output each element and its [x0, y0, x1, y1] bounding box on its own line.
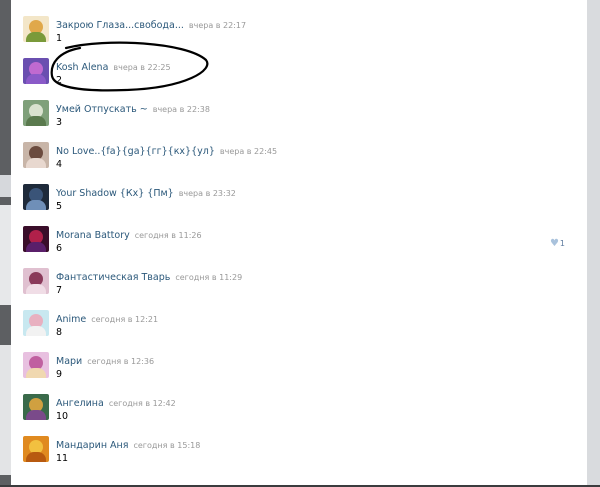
comment-header: Мандарин Аня сегодня в 15:18 — [56, 436, 200, 453]
comment-text: 4 — [56, 159, 63, 170]
comment-timestamp[interactable]: вчера в 23:32 — [179, 189, 236, 198]
comment-text: 5 — [56, 201, 63, 212]
background-page-right — [587, 0, 600, 487]
comment-text: 2 — [56, 75, 63, 86]
comment-header: Kosh Alena вчера в 22:25 — [56, 58, 171, 75]
comment-header: Your Shadow {Кх} {Пм} вчера в 23:32 — [56, 184, 236, 201]
comment-header: No Love..{fa}{ga}{гг}{кх}{ул} вчера в 22:… — [56, 142, 277, 159]
user-avatar[interactable] — [23, 184, 49, 210]
comment-timestamp[interactable]: вчера в 22:38 — [153, 105, 210, 114]
comment-timestamp[interactable]: вчера в 22:45 — [220, 147, 277, 156]
heart-icon: ♥ — [549, 238, 559, 249]
author-name-link[interactable]: Ангелина — [56, 398, 104, 409]
author-name-link[interactable]: Мари — [56, 356, 82, 367]
comment-text: 7 — [56, 285, 63, 296]
comment-header: Ангелина сегодня в 12:42 — [56, 394, 176, 411]
comment-timestamp[interactable]: сегодня в 11:26 — [135, 231, 202, 240]
author-name-link[interactable]: Фантастическая Тварь — [56, 272, 170, 283]
comment-timestamp[interactable]: вчера в 22:17 — [189, 21, 246, 30]
user-avatar[interactable] — [23, 58, 49, 84]
author-name-link[interactable]: Умей Отпускать ~ — [56, 104, 148, 115]
author-name-link[interactable]: Your Shadow {Кх} {Пм} — [56, 188, 174, 199]
comment-item: Ангелина сегодня в 12:42 10 — [23, 394, 563, 434]
like-count: 1 — [559, 239, 565, 248]
user-avatar[interactable] — [23, 100, 49, 126]
comment-item: Умей Отпускать ~ вчера в 22:38 3 — [23, 100, 563, 140]
comment-item: Morana Battory сегодня в 11:26 6 ♥1 — [23, 226, 565, 266]
user-avatar[interactable] — [23, 142, 49, 168]
user-avatar[interactable] — [23, 310, 49, 336]
author-name-link[interactable]: Закрою Глаза...свобода... — [56, 20, 184, 31]
user-avatar[interactable] — [23, 226, 49, 252]
user-avatar[interactable] — [23, 436, 49, 462]
background-page-left — [0, 0, 11, 487]
comment-timestamp[interactable]: сегодня в 12:21 — [91, 315, 158, 324]
comment-item: Мари сегодня в 12:36 9 — [23, 352, 563, 392]
comment-header: Anime сегодня в 12:21 — [56, 310, 158, 327]
comment-header: Закрою Глаза...свобода... вчера в 22:17 — [56, 16, 246, 33]
author-name-link[interactable]: Morana Battory — [56, 230, 130, 241]
author-name-link[interactable]: Мандарин Аня — [56, 440, 128, 451]
comment-item: Мандарин Аня сегодня в 15:18 11 — [23, 436, 563, 476]
comment-timestamp[interactable]: сегодня в 11:29 — [175, 273, 242, 282]
author-name-link[interactable]: No Love..{fa}{ga}{гг}{кх}{ул} — [56, 146, 215, 157]
comment-item: Kosh Alena вчера в 22:25 2 — [23, 58, 563, 98]
comment-item: Your Shadow {Кх} {Пм} вчера в 23:32 5 — [23, 184, 563, 224]
comment-header: Фантастическая Тварь сегодня в 11:29 — [56, 268, 242, 285]
comment-header: Morana Battory сегодня в 11:26 — [56, 226, 202, 243]
user-avatar[interactable] — [23, 268, 49, 294]
comment-text: 3 — [56, 117, 63, 128]
like-button[interactable]: ♥1 — [550, 238, 565, 249]
comment-header: Мари сегодня в 12:36 — [56, 352, 154, 369]
user-avatar[interactable] — [23, 352, 49, 378]
comment-text: 9 — [56, 369, 63, 380]
comment-timestamp[interactable]: сегодня в 15:18 — [133, 441, 200, 450]
comment-item: No Love..{fa}{ga}{гг}{кх}{ул} вчера в 22:… — [23, 142, 563, 182]
author-name-link[interactable]: Kosh Alena — [56, 62, 108, 73]
comment-timestamp[interactable]: сегодня в 12:36 — [87, 357, 154, 366]
user-avatar[interactable] — [23, 394, 49, 420]
author-name-link[interactable]: Anime — [56, 314, 86, 325]
comment-text: 10 — [56, 411, 69, 422]
comment-text: 1 — [56, 33, 63, 44]
comment-item: Anime сегодня в 12:21 8 — [23, 310, 563, 350]
comment-timestamp[interactable]: вчера в 22:25 — [113, 63, 170, 72]
user-avatar[interactable] — [23, 16, 49, 42]
screenshot-frame: Закрою Глаза...свобода... вчера в 22:17 1 K… — [0, 0, 600, 487]
comment-header: Умей Отпускать ~ вчера в 22:38 — [56, 100, 210, 117]
comment-timestamp[interactable]: сегодня в 12:42 — [109, 399, 176, 408]
comment-text: 6 — [56, 243, 63, 254]
comment-text: 11 — [56, 453, 69, 464]
comment-item: Фантастическая Тварь сегодня в 11:29 7 — [23, 268, 563, 308]
comment-text: 8 — [56, 327, 63, 338]
comment-item: Закрою Глаза...свобода... вчера в 22:17 1 — [23, 16, 563, 56]
comments-panel: Закрою Глаза...свобода... вчера в 22:17 1 K… — [11, 0, 587, 485]
